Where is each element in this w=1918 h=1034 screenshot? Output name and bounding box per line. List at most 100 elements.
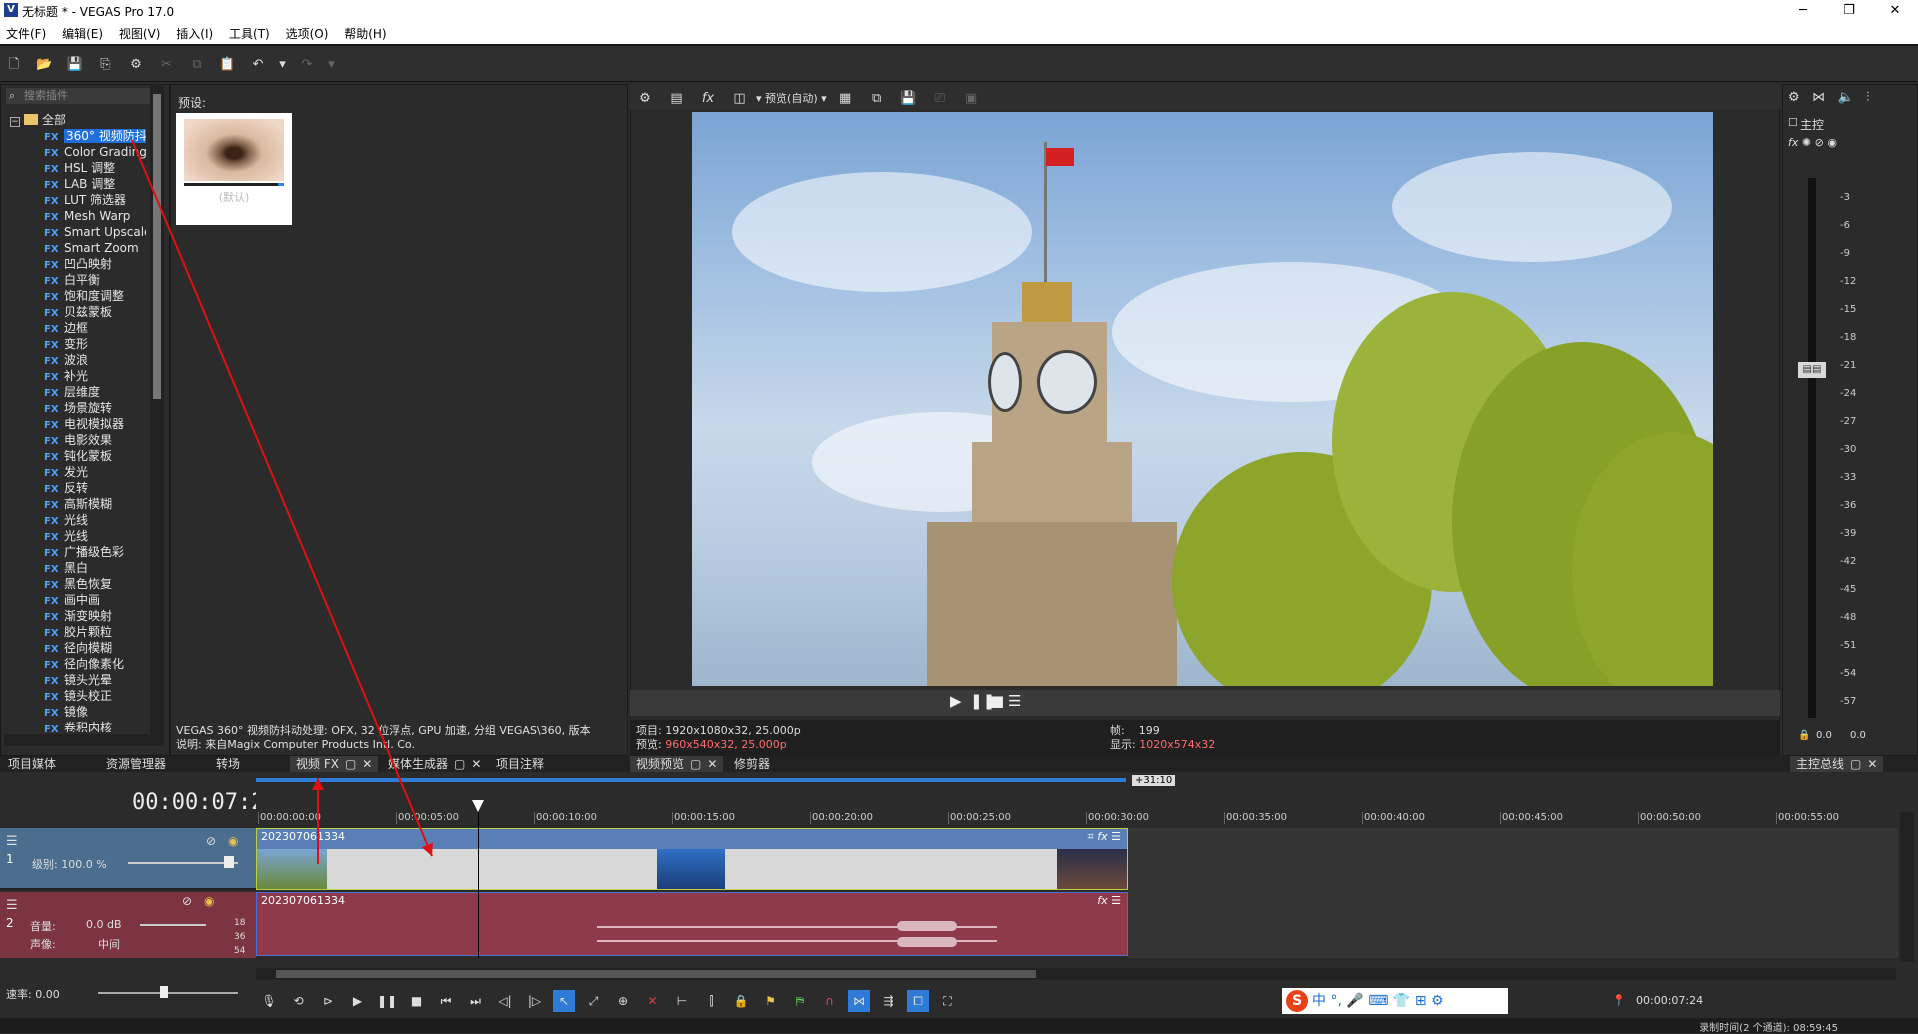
cut-icon[interactable]: ✂ [156, 54, 178, 76]
plugin-item[interactable]: FX 场景旋转 [6, 400, 146, 416]
plugin-item[interactable]: FX 光线 [6, 512, 146, 528]
menu-edit[interactable]: 编辑(E) [56, 22, 109, 45]
menu-insert[interactable]: 插入(I) [170, 22, 219, 45]
menu-view[interactable]: 视图(V) [113, 22, 167, 45]
plugin-item[interactable]: FX Mesh Warp [6, 208, 146, 224]
preview-quality-dropdown[interactable]: ▾ 预览(自动) ▾ [756, 90, 827, 106]
redo-icon[interactable]: ↷ [296, 54, 318, 76]
mute-icon[interactable]: ⊘ [206, 834, 216, 848]
go-start-icon[interactable]: ⏮ [435, 990, 457, 1012]
menu-icon[interactable]: ☰ [1008, 692, 1021, 710]
tab-media-generators[interactable]: 媒体生成器 ▢ ✕ [382, 756, 487, 772]
tab-project-notes[interactable]: 项目注释 [490, 756, 550, 772]
undo-dropdown-icon[interactable]: ▾ [278, 54, 288, 76]
paste-icon[interactable]: 📋 [217, 54, 239, 76]
go-end-icon[interactable]: ⏭ [465, 990, 487, 1012]
lock-envelopes-icon[interactable]: ⧠ [907, 990, 929, 1012]
punctuation-icon[interactable]: °, [1330, 993, 1341, 1009]
settings-icon[interactable]: ⚙ [125, 54, 147, 76]
tab-explorer[interactable]: 资源管理器 [100, 756, 172, 772]
keyboard-icon[interactable]: ⌨ [1368, 993, 1388, 1009]
plugin-item[interactable]: FX 发光 [6, 464, 146, 480]
plugin-item[interactable]: FX 电视模拟器 [6, 416, 146, 432]
plugin-item[interactable]: FX 卷积内核 [6, 720, 146, 732]
tab-trimmer[interactable]: 修剪器 [728, 756, 776, 772]
tree-root[interactable]: − 全部 [6, 112, 146, 128]
stop-icon[interactable]: ■ [406, 990, 428, 1012]
minimize-button[interactable]: ─ [1780, 0, 1826, 22]
overlay-icon[interactable]: ⎚ [929, 88, 951, 110]
rate-slider[interactable] [98, 992, 238, 994]
skin-icon[interactable]: 👕 [1393, 993, 1410, 1009]
level-slider[interactable] [128, 862, 238, 864]
auto-crossfade-icon[interactable]: ⋈ [848, 990, 870, 1012]
plugin-item[interactable]: FX 镜头光晕 [6, 672, 146, 688]
playhead[interactable] [478, 812, 479, 958]
plugin-item[interactable]: FX LUT 筛选器 [6, 192, 146, 208]
rate-slider-thumb[interactable] [160, 986, 168, 998]
save-snapshot-icon[interactable]: 💾 [897, 88, 919, 110]
level-slider-thumb[interactable] [224, 856, 234, 868]
ime-settings-icon[interactable]: ⚙ [1431, 993, 1444, 1009]
ime-toolbar[interactable]: S中 °, 🎤 ⌨ 👕 ⊞ ⚙ [1282, 988, 1508, 1014]
plugin-item[interactable]: FX 电影效果 [6, 432, 146, 448]
plugin-item[interactable]: FX Smart Upscale [6, 224, 146, 240]
timeline-hscrollbar[interactable] [256, 968, 1896, 980]
play-icon[interactable]: ▶ [950, 692, 962, 710]
maximize-button[interactable]: ❐ [1826, 0, 1872, 22]
split-screen-icon[interactable]: ◫ [729, 88, 751, 110]
plugin-item[interactable]: FX Color Grading [6, 144, 146, 160]
toolbox-icon[interactable]: ⊞ [1415, 993, 1427, 1009]
preset-default-thumbnail[interactable]: (默认) [176, 113, 292, 225]
plugin-list-scrollbar[interactable] [150, 84, 164, 734]
plugin-item[interactable]: FX 贝兹蒙板 [6, 304, 146, 320]
timeline-vscrollbar[interactable] [1900, 812, 1914, 962]
close-button[interactable]: ✕ [1872, 0, 1918, 22]
master-fx-icon[interactable]: fx ✺ ⊘ ◉ [1788, 136, 1837, 149]
volume-slider[interactable] [140, 924, 206, 926]
plugin-item[interactable]: FX 钝化蒙板 [6, 448, 146, 464]
plugin-item[interactable]: FX 高斯模糊 [6, 496, 146, 512]
snap-icon[interactable]: ∩ [819, 990, 841, 1012]
plugin-item[interactable]: FX 层维度 [6, 384, 146, 400]
trim-icon[interactable]: ⊢ [671, 990, 693, 1012]
plugin-item[interactable]: FX 边框 [6, 320, 146, 336]
plugin-item[interactable]: FX 变形 [6, 336, 146, 352]
ime-mode[interactable]: 中 [1312, 993, 1326, 1009]
loop-icon[interactable]: ⟲ [288, 990, 310, 1012]
marker-icon[interactable]: ⚑ [760, 990, 782, 1012]
save-icon[interactable]: 💾 [64, 54, 86, 76]
preview-settings-icon[interactable]: ⚙ [634, 88, 656, 110]
plugin-item[interactable]: FX 画中画 [6, 592, 146, 608]
record-icon[interactable]: 🎙 [258, 990, 280, 1012]
plugin-item[interactable]: FX HSL 调整 [6, 160, 146, 176]
track-menu-icon[interactable]: ☰ [6, 898, 18, 913]
copy-icon[interactable]: ⧉ [186, 54, 208, 76]
auto-ripple-icon[interactable]: ⇶ [878, 990, 900, 1012]
track-menu-icon[interactable]: ☰ [6, 834, 18, 849]
tab-video-fx[interactable]: 视频 FX ▢ ✕ [290, 756, 379, 772]
safe-area-icon[interactable]: ▣ [960, 88, 982, 110]
plugin-item[interactable]: FX 波浪 [6, 352, 146, 368]
master-checkbox[interactable]: ☐ [1788, 116, 1798, 129]
new-file-icon[interactable]: 🗋 [3, 54, 25, 76]
normal-edit-tool-icon[interactable]: ↖ [553, 990, 575, 1012]
lock-icon[interactable]: 🔒 [1798, 730, 1810, 741]
tab-video-preview[interactable]: 视频预览 ▢ ✕ [630, 756, 724, 772]
clip-fx-icon[interactable]: fx ☰ [1097, 894, 1121, 907]
plugin-item[interactable]: FX 广播级色彩 [6, 544, 146, 560]
envelope-tool-icon[interactable]: ⤢ [583, 990, 605, 1012]
plugin-item[interactable]: FX 光线 [6, 528, 146, 544]
zoom-tool-icon[interactable]: ⊕ [612, 990, 634, 1012]
settings-icon[interactable]: ⚙ [1788, 90, 1800, 105]
ignore-grouping-icon[interactable]: ⛶ [937, 990, 959, 1012]
undo-icon[interactable]: ↶ [247, 54, 269, 76]
lock-icon[interactable]: 🔒 [730, 990, 752, 1012]
scroll-thumb[interactable] [276, 970, 1036, 978]
plugin-item[interactable]: FX LAB 调整 [6, 176, 146, 192]
plugin-item[interactable]: FX 饱和度调整 [6, 288, 146, 304]
plugin-item[interactable]: FX 补光 [6, 368, 146, 384]
plugin-item[interactable]: FX 黑白 [6, 560, 146, 576]
plugin-list-hscrollbar[interactable] [4, 734, 164, 746]
plugin-item[interactable]: FX 黑色恢复 [6, 576, 146, 592]
